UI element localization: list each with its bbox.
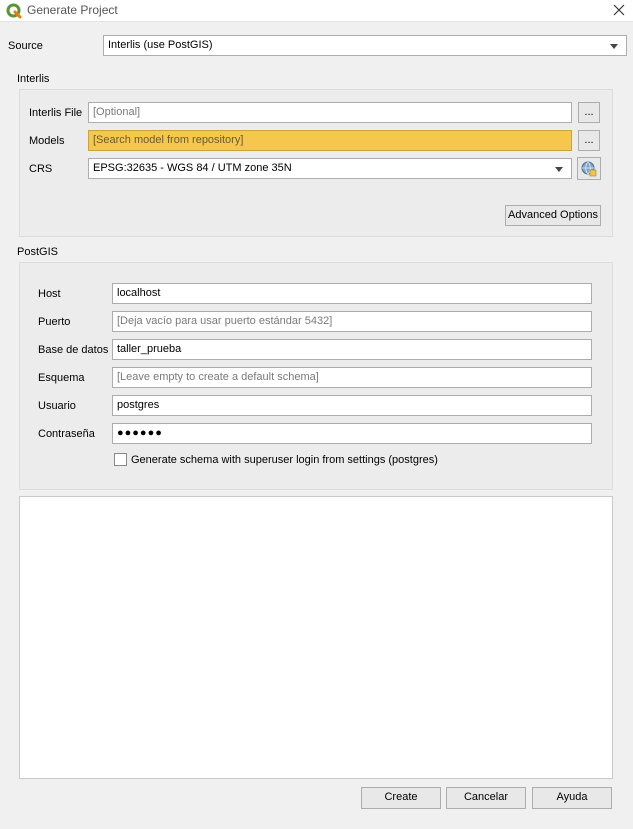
user-input[interactable]: postgres xyxy=(112,395,592,416)
log-output-area[interactable] xyxy=(19,496,613,779)
interlis-file-label: Interlis File xyxy=(29,107,83,119)
crs-label: CRS xyxy=(29,163,53,175)
help-button[interactable]: Ayuda xyxy=(532,787,612,809)
globe-icon xyxy=(581,161,597,177)
port-placeholder: [Deja vacío para usar puerto estándar 54… xyxy=(117,315,333,327)
source-select[interactable]: Interlis (use PostGIS) xyxy=(103,35,627,56)
schema-input[interactable]: [Leave empty to create a default schema] xyxy=(112,367,592,388)
close-icon[interactable] xyxy=(611,2,627,18)
window-title: Generate Project xyxy=(27,3,118,17)
host-input[interactable]: localhost xyxy=(112,283,592,304)
interlis-group-title: Interlis xyxy=(17,73,50,85)
port-input[interactable]: [Deja vacío para usar puerto estándar 54… xyxy=(112,311,592,332)
interlis-file-input[interactable]: [Optional] xyxy=(88,102,572,123)
create-button[interactable]: Create xyxy=(361,787,441,809)
superuser-checkbox-label: Generate schema with superuser login fro… xyxy=(131,454,438,466)
crs-select-value: EPSG:32635 - WGS 84 / UTM zone 35N xyxy=(93,162,292,174)
database-value: taller_prueba xyxy=(117,343,182,355)
schema-placeholder: [Leave empty to create a default schema] xyxy=(117,371,319,383)
models-browse-button[interactable]: ... xyxy=(578,130,600,151)
crs-select[interactable]: EPSG:32635 - WGS 84 / UTM zone 35N xyxy=(88,158,572,179)
models-search-input[interactable]: [Search model from repository] xyxy=(88,130,572,151)
schema-label: Esquema xyxy=(38,372,85,384)
superuser-checkbox[interactable] xyxy=(114,453,127,466)
database-label: Base de datos xyxy=(38,344,109,356)
source-label: Source xyxy=(8,40,43,52)
interlis-file-placeholder: [Optional] xyxy=(93,106,141,118)
crs-selector-button[interactable] xyxy=(577,157,601,180)
chevron-down-icon xyxy=(610,44,618,49)
database-input[interactable]: taller_prueba xyxy=(112,339,592,360)
user-label: Usuario xyxy=(38,400,76,412)
cancel-button[interactable]: Cancelar xyxy=(446,787,526,809)
chevron-down-icon xyxy=(555,167,563,172)
qgis-logo-icon xyxy=(6,3,22,19)
host-label: Host xyxy=(38,288,61,300)
title-bar: Generate Project xyxy=(0,0,633,22)
models-label: Models xyxy=(29,135,65,147)
interlis-file-browse-button[interactable]: ... xyxy=(578,102,600,123)
password-value: ●●●●●● xyxy=(117,427,163,439)
models-placeholder: [Search model from repository] xyxy=(93,134,244,146)
password-input[interactable]: ●●●●●● xyxy=(112,423,592,444)
source-select-value: Interlis (use PostGIS) xyxy=(108,39,213,51)
advanced-options-button[interactable]: Advanced Options xyxy=(505,205,601,226)
password-label: Contraseña xyxy=(38,428,95,440)
postgis-group-title: PostGIS xyxy=(17,246,58,258)
host-value: localhost xyxy=(117,287,161,299)
port-label: Puerto xyxy=(38,316,71,328)
user-value: postgres xyxy=(117,399,160,411)
